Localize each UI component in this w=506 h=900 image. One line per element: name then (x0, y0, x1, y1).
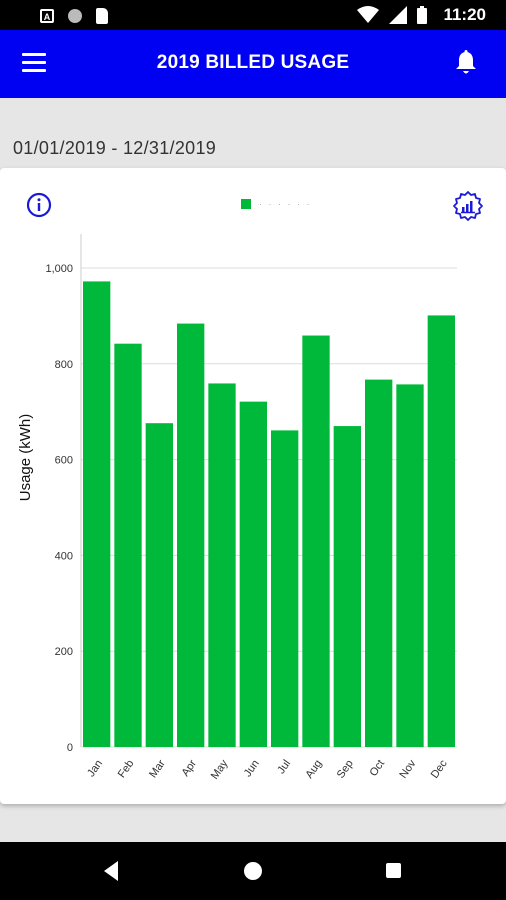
date-range: 01/01/2019 - 12/31/2019 (13, 138, 217, 158)
app-bar: 2019 BILLED USAGE (0, 30, 506, 98)
bar-jul (271, 430, 299, 747)
recent-apps-icon[interactable] (386, 863, 401, 878)
x-tick-label: Dec (429, 757, 450, 780)
status-left-icons: A (40, 8, 108, 24)
x-tick-label: Nov (397, 757, 418, 780)
bottom-strip (0, 822, 506, 842)
x-tick-label: Mar (147, 758, 168, 781)
y-tick-label: 0 (67, 742, 73, 754)
bar-feb (114, 343, 142, 747)
y-tick-label: 600 (55, 455, 73, 467)
bar-jan (83, 281, 111, 747)
x-tick-label: Oct (367, 758, 387, 779)
home-icon[interactable] (244, 862, 262, 880)
bar-may (208, 383, 236, 747)
back-icon[interactable] (104, 861, 118, 881)
x-tick-label: Sep (335, 758, 356, 781)
bar-apr (177, 323, 205, 747)
page-title: 2019 BILLED USAGE (156, 52, 350, 73)
y-tick-label: 800 (55, 359, 73, 371)
wifi-icon (357, 6, 380, 23)
x-tick-label: Feb (116, 758, 137, 780)
status-bar: A 11:20 (0, 0, 506, 30)
x-tick-label: Jun (242, 758, 262, 779)
bar-aug (302, 335, 330, 747)
y-tick-label: 1,000 (45, 263, 73, 275)
battery-icon (417, 6, 428, 24)
x-tick-label: Aug (303, 758, 324, 781)
a-notification-icon: A (40, 9, 54, 23)
status-time: 11:20 (443, 5, 486, 24)
x-tick-label: Jul (275, 758, 293, 776)
bar-sep (333, 426, 361, 747)
y-axis-label: Usage (kWh) (17, 414, 34, 502)
usage-bar-chart: 0 200 400 600 800 1,000 Jan Feb Mar Apr May Jun Jul A… (17, 234, 457, 782)
bar-dec (427, 315, 455, 747)
bar-jun (239, 401, 267, 747)
y-tick-label: 200 (55, 646, 73, 658)
bell-icon[interactable] (454, 50, 478, 76)
bar-oct (365, 379, 393, 747)
system-nav-bar (0, 842, 506, 900)
bar-mar (145, 423, 173, 747)
sim-card-icon (96, 8, 108, 24)
cellular-icon (389, 6, 408, 24)
status-right-icons: 11:20 (357, 5, 486, 25)
x-tick-label: Apr (179, 758, 199, 779)
circle-notification-icon (68, 9, 82, 23)
x-tick-label: May (209, 757, 231, 781)
x-tick-label: Jan (85, 758, 105, 779)
bar-nov (396, 384, 424, 747)
y-tick-label: 400 (55, 550, 73, 562)
usage-chart-card: · · · · · · 0 200 400 600 800 1,000 Jan Feb Mar A… (0, 168, 506, 804)
